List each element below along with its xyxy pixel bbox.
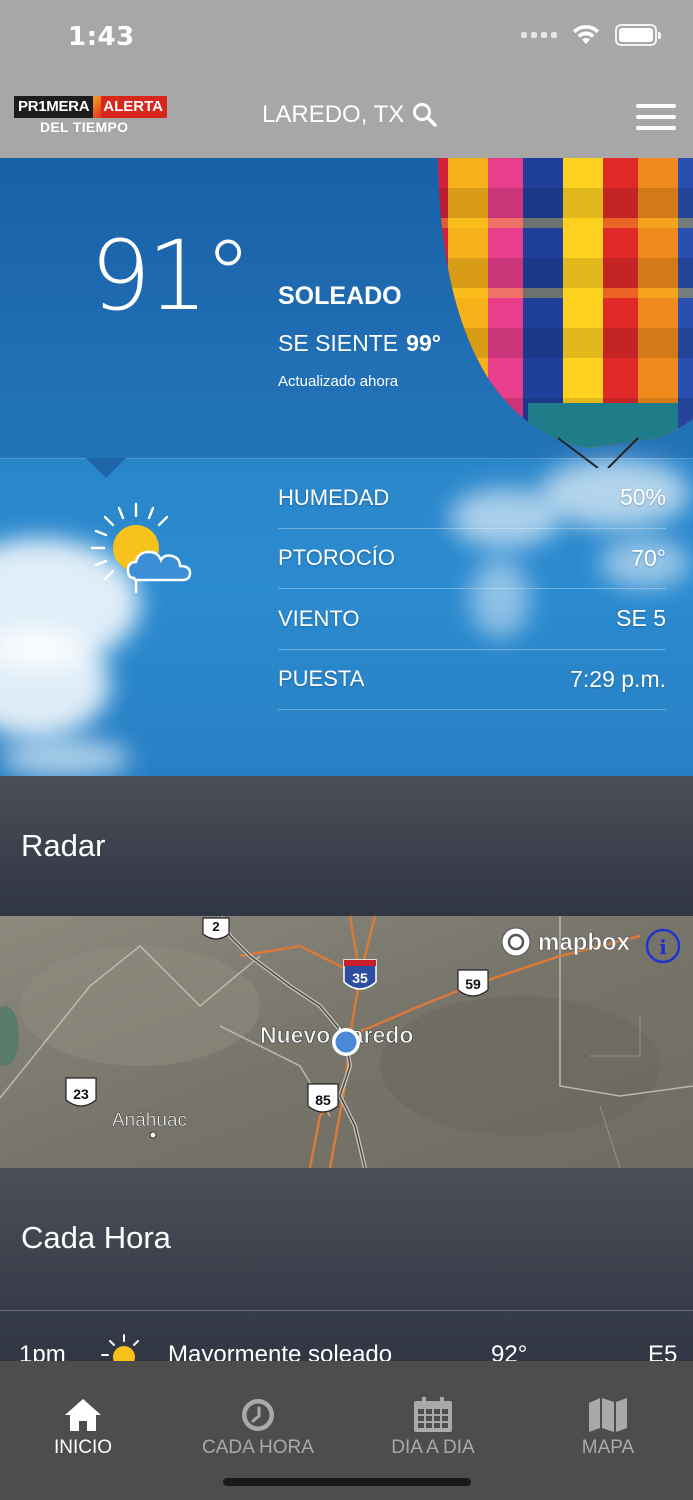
brand-logo[interactable]: PR1MERA ALERTA DEL TIEMPO <box>14 96 167 136</box>
status-time: 1:43 <box>68 22 135 52</box>
hour-temp: 92° <box>491 1341 528 1362</box>
tab-inicio[interactable]: INICIO <box>0 1397 168 1459</box>
lightning-bolt-icon <box>93 96 102 118</box>
home-icon <box>65 1399 101 1431</box>
feels-like-value: 99° <box>406 330 441 356</box>
map-icon <box>589 1398 627 1432</box>
calendar-icon <box>414 1397 452 1432</box>
tab-dia-a-dia[interactable]: DIA A DIA <box>348 1397 518 1459</box>
updated-text: Actualizado ahora <box>278 373 399 390</box>
feels-like: SE SIENTE 99° <box>278 330 441 356</box>
hour-wind: E5 <box>648 1341 678 1362</box>
detail-row-humidity: HUMEDAD 50% <box>278 468 666 529</box>
svg-text:23: 23 <box>73 1086 89 1102</box>
svg-text:85: 85 <box>315 1092 331 1108</box>
location-label: LAREDO, TX <box>262 101 405 128</box>
svg-text:mapbox: mapbox <box>538 929 631 956</box>
highway-23-shield: 23 <box>65 1077 97 1107</box>
radar-header[interactable]: Radar <box>0 776 693 916</box>
highway-59-shield: 59 <box>457 969 489 997</box>
highway-85-shield: 85 <box>307 1083 339 1113</box>
radar-title: Radar <box>21 828 106 863</box>
section-pointer <box>86 458 126 478</box>
hour-condition: Mayormente soleado <box>168 1341 393 1362</box>
highway-2-shield: 2 <box>202 917 230 940</box>
clock-icon <box>242 1399 274 1431</box>
detail-row-sunset: PUESTA 7:29 p.m. <box>278 650 666 710</box>
wifi-icon <box>573 24 599 44</box>
signal-icon <box>521 32 557 38</box>
condition-text: SOLEADO <box>278 282 402 310</box>
current-conditions: 91° SOLEADO SE SIENTE 99° Actualizado aho… <box>0 158 693 776</box>
location-search[interactable]: LAREDO, TX <box>262 101 438 129</box>
partly-sunny-icon <box>101 1334 139 1362</box>
menu-icon[interactable] <box>636 104 676 130</box>
partly-sunny-icon <box>90 502 192 594</box>
detail-row-dewpoint: PTOROCÍO 70° <box>278 529 666 589</box>
map-town-label: Anáhuac <box>112 1110 187 1131</box>
detail-row-wind: VIENTO SE 5 <box>278 589 666 650</box>
svg-text:59: 59 <box>465 976 481 992</box>
battery-icon <box>615 24 661 46</box>
mapbox-logo: mapbox <box>501 927 631 957</box>
svg-text:35: 35 <box>352 970 368 986</box>
current-temperature: 91° <box>90 220 252 332</box>
home-indicator[interactable] <box>223 1478 471 1486</box>
interstate-35-shield: 35 <box>343 959 377 990</box>
svg-text:2: 2 <box>212 919 219 934</box>
svg-text:i: i <box>659 935 667 959</box>
details-list: HUMEDAD 50% PTOROCÍO 70° VIENTO SE 5 PUE… <box>278 468 666 710</box>
radar-map[interactable]: 2 35 59 23 85 Nuevo Laredo Anáhuac mapbo… <box>0 916 693 1168</box>
hot-air-balloon-image <box>438 158 693 468</box>
hourly-title: Cada Hora <box>21 1220 171 1255</box>
hourly-row[interactable]: 1pm Mayormente soleado 92° E5 <box>0 1310 693 1362</box>
app-header: 1:43 PR1MERA ALERTA DEL TIEMPO LAREDO, T… <box>0 0 693 158</box>
status-icons <box>521 24 661 46</box>
tab-cada-hora[interactable]: CADA HORA <box>173 1397 343 1459</box>
search-icon <box>413 103 438 127</box>
tab-mapa[interactable]: MAPA <box>523 1397 693 1459</box>
hour-time: 1pm <box>19 1341 66 1362</box>
